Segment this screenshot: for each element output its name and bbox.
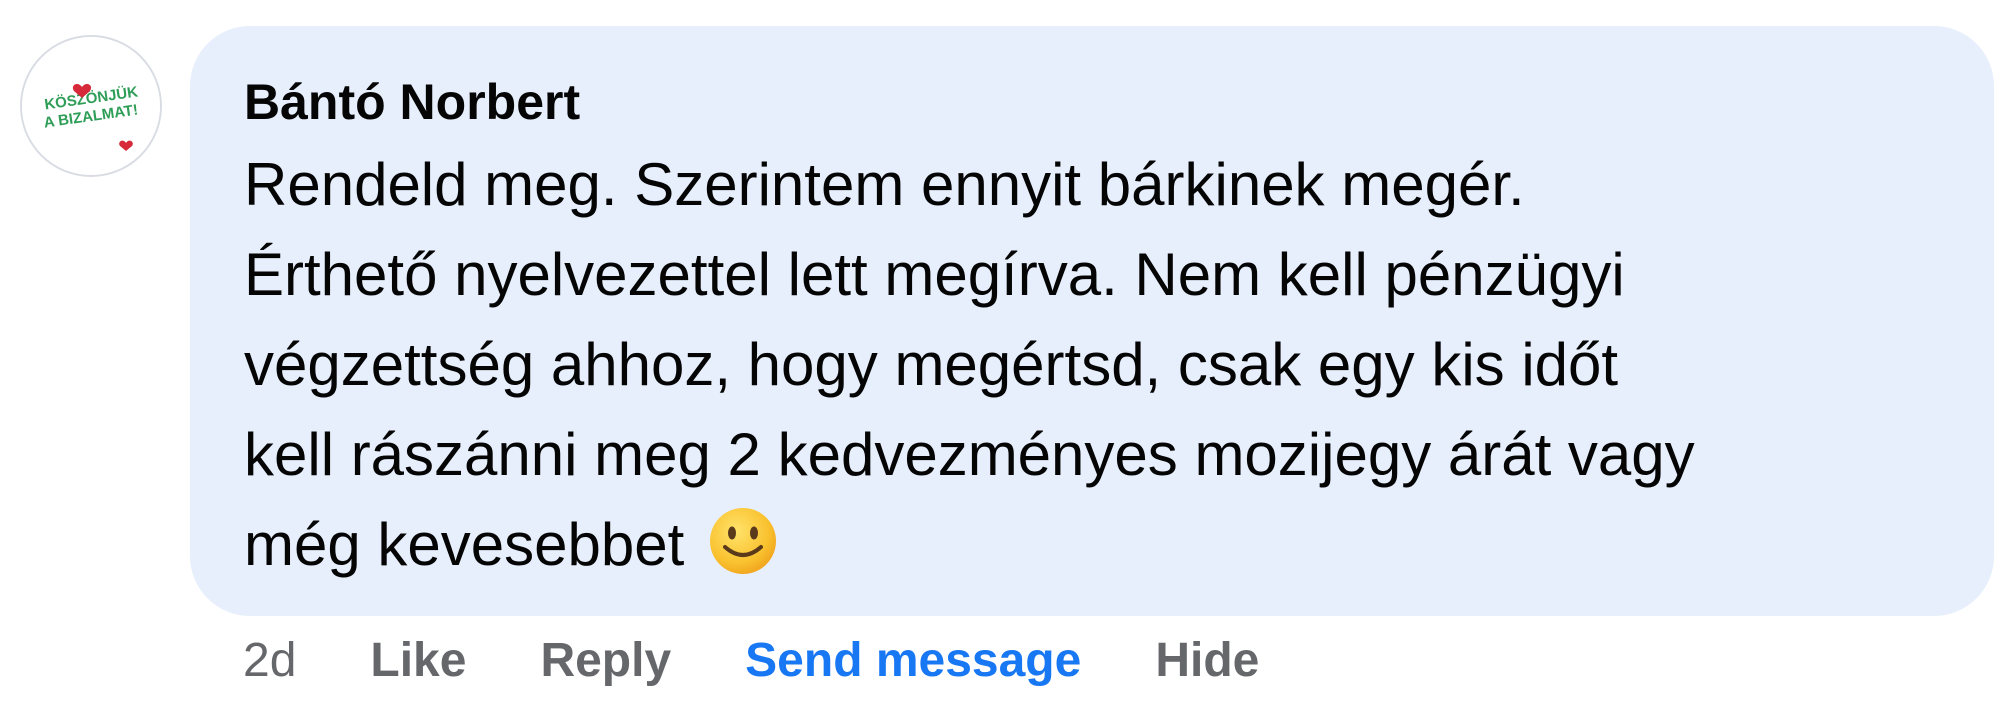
- comment-line: még kevesebbet: [244, 511, 685, 578]
- comment-actions: 2d Like Reply Send message Hide: [243, 620, 1333, 700]
- comment-bubble: Bántó Norbert Rendeld meg. Szerintem enn…: [190, 26, 1994, 616]
- comment-text: Rendeld meg. Szerintem ennyit bárkinek m…: [244, 140, 1954, 602]
- comment-line: Érthető nyelvezettel lett megírva. Nem k…: [244, 241, 1625, 308]
- comment-timestamp[interactable]: 2d: [243, 633, 296, 688]
- comment-line-last: még kevesebbet: [244, 500, 1954, 602]
- comment-line: Rendeld meg. Szerintem ennyit bárkinek m…: [244, 151, 1525, 218]
- comment-line: végzettség ahhoz, hogy megértsd, csak eg…: [244, 331, 1619, 398]
- like-button[interactable]: Like: [370, 633, 466, 688]
- send-message-button[interactable]: Send message: [745, 633, 1081, 688]
- comment-line: kell rászánni meg 2 kedvezményes mozijeg…: [244, 421, 1695, 488]
- avatar-logo-icon: KÖSZÖNJÜK A BIZALMAT!: [22, 37, 160, 175]
- avatar[interactable]: KÖSZÖNJÜK A BIZALMAT!: [20, 35, 162, 177]
- reply-button[interactable]: Reply: [540, 633, 671, 688]
- comment-author[interactable]: Bántó Norbert: [244, 66, 1954, 138]
- comment: KÖSZÖNJÜK A BIZALMAT! Bántó Norbert Rend…: [0, 0, 2016, 720]
- hide-button[interactable]: Hide: [1155, 633, 1259, 688]
- slightly-smiling-face-icon: [707, 505, 779, 602]
